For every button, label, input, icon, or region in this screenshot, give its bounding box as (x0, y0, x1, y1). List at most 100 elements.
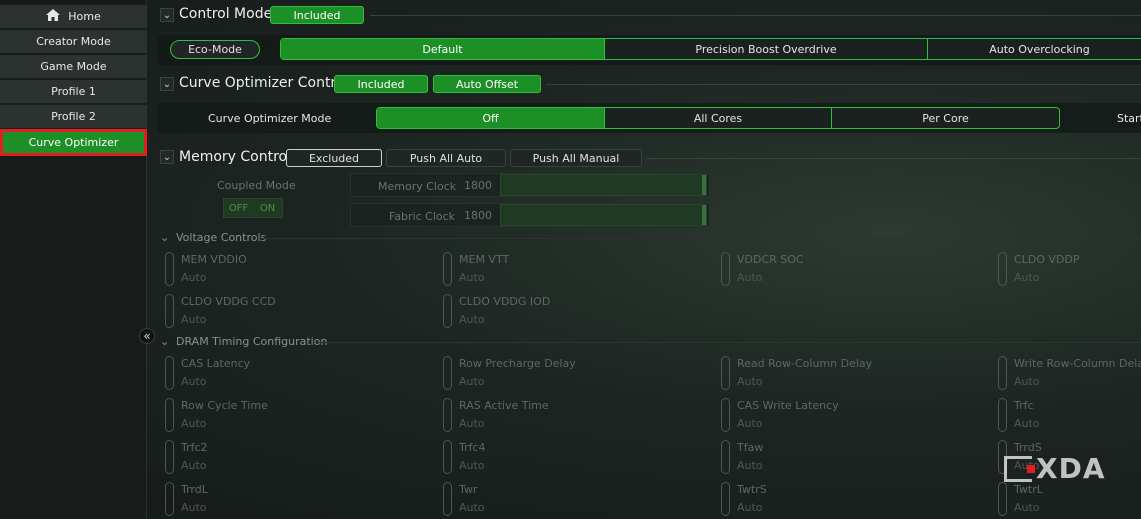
dram-name: CAS Latency (181, 357, 251, 370)
push-all-manual-button[interactable]: Push All Manual (510, 149, 642, 167)
dram-name: Read Row-Column Delay (737, 357, 873, 370)
dram-name: CAS Write Latency (737, 399, 839, 412)
sidebar-collapse-button[interactable]: « (139, 328, 155, 344)
xda-logo-icon (1004, 455, 1035, 482)
memory-control-chevron-down-icon[interactable]: ⌄ (160, 150, 174, 164)
dram-value: Auto (459, 459, 485, 472)
memory-clock-slider[interactable] (500, 174, 707, 196)
dram-value: Auto (737, 417, 763, 430)
control-mode-option-auto-oc[interactable]: Auto Overclocking (928, 39, 1141, 59)
sidebar-item-curve-optimizer[interactable]: Curve Optimizer (0, 129, 147, 156)
voltage-controls-chevron-icon[interactable]: ⌄ (160, 231, 169, 244)
voltage-toggle[interactable] (721, 252, 730, 286)
control-mode-segmented: Default Precision Boost Overdrive Auto O… (280, 38, 1141, 60)
voltage-toggle[interactable] (165, 252, 174, 286)
dram-name: Trfc4 (459, 441, 486, 454)
dram-value: Auto (459, 501, 485, 514)
dram-value: Auto (1014, 417, 1040, 430)
dram-toggle[interactable] (998, 356, 1007, 390)
voltage-name: CLDO VDDP (1014, 253, 1080, 266)
voltage-value: Auto (1014, 271, 1040, 284)
dram-name: Tfaw (737, 441, 764, 454)
sidebar-item-creator-mode[interactable]: Creator Mode (0, 30, 147, 54)
voltage-value: Auto (459, 313, 485, 326)
control-mode-option-default[interactable]: Default (281, 39, 605, 59)
control-mode-option-pbo[interactable]: Precision Boost Overdrive (605, 39, 928, 59)
auto-offset-button[interactable]: Auto Offset (433, 75, 541, 93)
voltage-name: VDDCR SOC (737, 253, 804, 266)
divider (370, 15, 1141, 16)
voltage-value: Auto (737, 271, 763, 284)
sidebar-item-profile-1[interactable]: Profile 1 (0, 80, 147, 104)
voltage-toggle[interactable] (998, 252, 1007, 286)
dram-toggle[interactable] (721, 440, 730, 474)
dram-toggle[interactable] (721, 398, 730, 432)
sidebar-item-home[interactable]: Home (0, 5, 147, 29)
dram-value: Auto (737, 459, 763, 472)
xda-watermark-text: XDA (1036, 452, 1106, 485)
dram-value: Auto (1014, 501, 1040, 514)
curve-optimizer-option-all-cores[interactable]: All Cores (605, 108, 832, 128)
dram-toggle[interactable] (721, 482, 730, 516)
double-chevron-left-icon: « (143, 329, 151, 343)
coupled-off-option[interactable]: OFF (224, 199, 253, 217)
dram-name: Twr (459, 483, 478, 496)
dram-name: Trfc2 (181, 441, 208, 454)
voltage-toggle[interactable] (443, 294, 452, 328)
dram-toggle[interactable] (165, 356, 174, 390)
dram-value: Auto (1014, 375, 1040, 388)
fabric-clock-value: 1800 (464, 209, 492, 222)
divider (546, 84, 1141, 85)
sidebar-item-label: Game Mode (40, 60, 107, 73)
dram-toggle[interactable] (998, 482, 1007, 516)
sidebar-item-label: Profile 1 (51, 85, 96, 98)
start-label: Start (1117, 112, 1141, 125)
curve-optimizer-chevron-down-icon[interactable]: ⌄ (160, 77, 174, 91)
dram-name: TwtrS (737, 483, 767, 496)
dram-value: Auto (459, 375, 485, 388)
memory-excluded-button[interactable]: Excluded (286, 149, 382, 167)
dram-name: Write Row-Column Delay (1014, 357, 1141, 370)
dram-toggle[interactable] (443, 398, 452, 432)
dram-toggle[interactable] (443, 482, 452, 516)
coupled-on-option[interactable]: ON (253, 199, 282, 217)
memory-clock-slider-thumb[interactable] (702, 175, 706, 195)
curve-optimizer-option-per-core[interactable]: Per Core (832, 108, 1059, 128)
coupled-mode-toggle[interactable]: OFF ON (223, 198, 283, 218)
fabric-clock-slider-thumb[interactable] (702, 205, 706, 225)
dram-toggle[interactable] (165, 440, 174, 474)
coupled-mode-label: Coupled Mode (217, 179, 296, 192)
dram-toggle[interactable] (443, 356, 452, 390)
dram-toggle[interactable] (721, 356, 730, 390)
curve-optimizer-title: Curve Optimizer Control (179, 75, 349, 91)
voltage-toggle[interactable] (443, 252, 452, 286)
dram-name: Row Precharge Delay (459, 357, 576, 370)
memory-control-title: Memory Control (179, 149, 291, 165)
dram-toggle[interactable] (165, 398, 174, 432)
dram-timing-title: DRAM Timing Configuration (176, 335, 328, 348)
voltage-toggle[interactable] (165, 294, 174, 328)
sidebar-item-label: Profile 2 (51, 110, 96, 123)
sidebar-item-label: Home (68, 10, 101, 23)
control-mode-included-badge[interactable]: Included (270, 6, 364, 24)
dram-toggle[interactable] (165, 482, 174, 516)
sidebar-item-profile-2[interactable]: Profile 2 (0, 105, 147, 129)
dram-toggle[interactable] (443, 440, 452, 474)
voltage-controls-title: Voltage Controls (176, 231, 267, 244)
dram-name: Row Cycle Time (181, 399, 268, 412)
control-mode-chevron-down-icon[interactable]: ⌄ (160, 8, 174, 22)
curve-optimizer-option-off[interactable]: Off (377, 108, 605, 128)
fabric-clock-slider[interactable] (500, 204, 707, 226)
sidebar: Home Creator Mode Game Mode Profile 1 Pr… (0, 0, 147, 519)
voltage-value: Auto (181, 313, 207, 326)
curve-optimizer-included-badge[interactable]: Included (334, 75, 428, 93)
fabric-clock-label: Fabric Clock (389, 210, 456, 223)
eco-mode-button[interactable]: Eco-Mode (170, 40, 260, 59)
sidebar-item-game-mode[interactable]: Game Mode (0, 55, 147, 79)
dram-toggle[interactable] (998, 398, 1007, 432)
divider (262, 238, 1141, 239)
push-all-auto-button[interactable]: Push All Auto (386, 149, 506, 167)
sidebar-item-label: Creator Mode (36, 35, 111, 48)
voltage-name: CLDO VDDG CCD (181, 295, 276, 308)
dram-timing-chevron-icon[interactable]: ⌄ (160, 335, 169, 348)
